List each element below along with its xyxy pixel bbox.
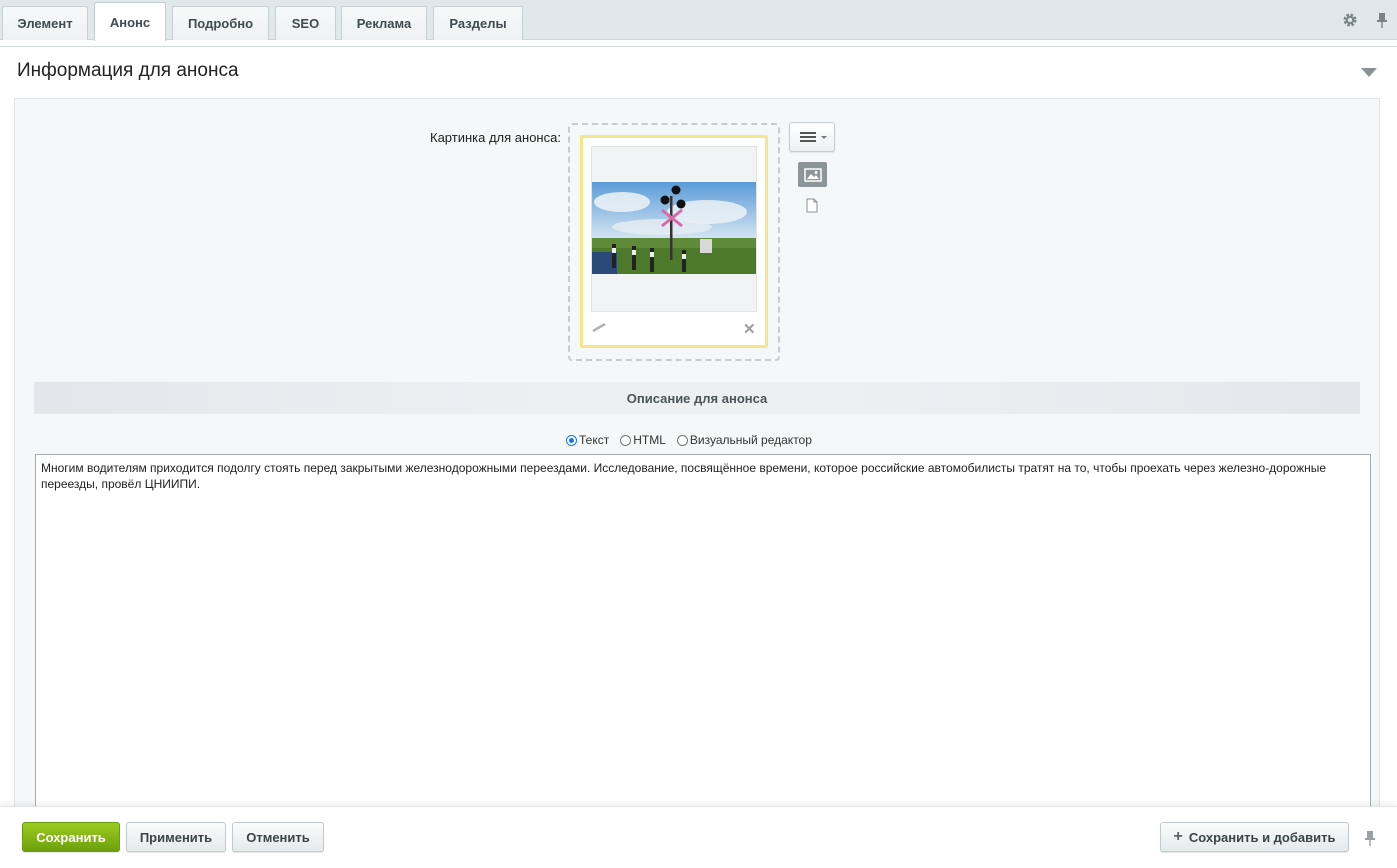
tab-details[interactable]: Подробно — [172, 6, 269, 40]
mode-label: Визуальный редактор — [689, 433, 812, 447]
file-mode-icon[interactable] — [806, 198, 818, 213]
tab-element[interactable]: Элемент — [2, 6, 88, 40]
tab-seo[interactable]: SEO — [275, 6, 336, 40]
mode-html-radio[interactable]: HTML — [620, 433, 666, 447]
tab-label: Анонс — [109, 14, 151, 30]
save-and-add-label: Сохранить и добавить — [1188, 829, 1336, 845]
tab-announce[interactable]: Анонс — [94, 2, 166, 41]
preview-image — [592, 182, 756, 274]
gear-icon[interactable] — [1341, 11, 1359, 29]
plus-icon: + — [1173, 828, 1183, 845]
mode-label: Текст — [579, 433, 610, 447]
tab-label: Разделы — [449, 16, 507, 31]
delete-icon[interactable]: ✕ — [743, 320, 757, 338]
tab-bar: Элемент Анонс Подробно SEO Реклама Разде… — [0, 0, 1397, 41]
tab-label: SEO — [291, 16, 320, 31]
radio-dot[interactable] — [676, 434, 688, 446]
mode-text-radio[interactable]: Текст — [566, 433, 609, 447]
cancel-button[interactable]: Отменить — [232, 822, 324, 852]
save-and-add-button[interactable]: + Сохранить и добавить — [1160, 822, 1349, 852]
description-mode-group: Текст HTML Визуальный редактор — [566, 433, 823, 447]
save-button[interactable]: Сохранить — [22, 822, 120, 852]
pin-icon[interactable] — [1363, 830, 1377, 846]
description-header: Описание для анонса — [34, 382, 1360, 414]
description-textarea[interactable]: Многим водителям приходится подолгу стоя… — [35, 454, 1371, 814]
tab-label: Подробно — [187, 16, 254, 31]
menu-icon — [800, 132, 827, 142]
image-mode-icon[interactable] — [798, 162, 827, 187]
collapse-arrow-icon[interactable] — [1361, 68, 1377, 77]
tab-label: Элемент — [17, 16, 73, 31]
description-header-label: Описание для анонса — [626, 390, 768, 406]
menu-button[interactable] — [789, 122, 835, 152]
preview-picture-label: Картинка для анонса: — [430, 130, 561, 145]
radio-dot[interactable] — [566, 434, 577, 446]
radio-dot[interactable] — [620, 434, 632, 446]
pin-icon[interactable] — [1373, 11, 1391, 29]
section-title: Информация для анонса — [17, 60, 239, 81]
edit-icon[interactable] — [591, 321, 607, 335]
tab-ads[interactable]: Реклама — [341, 6, 427, 40]
tab-bar-divider — [0, 40, 1397, 47]
tab-sections[interactable]: Разделы — [433, 6, 523, 40]
apply-button[interactable]: Применить — [126, 822, 226, 852]
tab-label: Реклама — [356, 16, 412, 31]
mode-label: HTML — [633, 433, 666, 447]
mode-visual-editor-radio[interactable]: Визуальный редактор — [676, 433, 812, 447]
